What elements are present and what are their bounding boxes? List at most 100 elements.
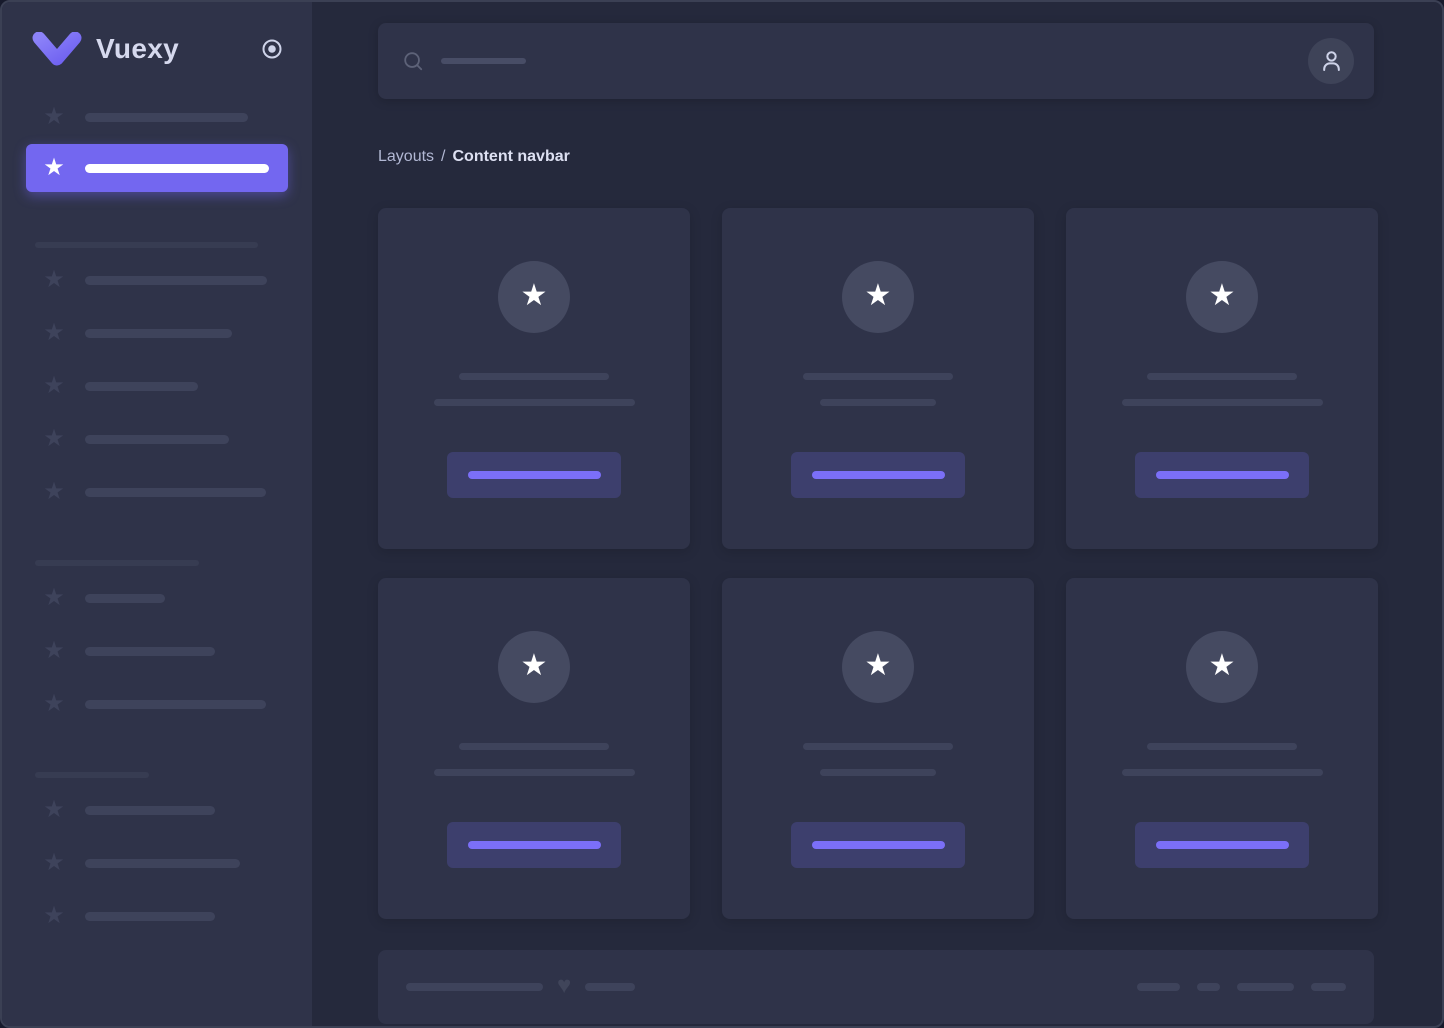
- star-icon: ★: [42, 105, 66, 129]
- card-action-button[interactable]: [791, 452, 965, 498]
- card-title-bar: [1147, 743, 1297, 750]
- sidebar-item-label-bar: [85, 276, 267, 285]
- search-input[interactable]: [402, 23, 1308, 99]
- footer-text-bar: [406, 983, 543, 991]
- vuexy-logo-icon: [32, 32, 82, 66]
- sidebar-item[interactable]: ★: [42, 368, 288, 404]
- button-label-bar: [812, 841, 945, 849]
- button-label-bar: [812, 471, 945, 479]
- main-content: Layouts/Content navbar ★★★★★★ ♥: [312, 2, 1442, 1026]
- star-icon: ★: [42, 639, 66, 663]
- sidebar: Vuexy ★ ★ ★ ★ ★ ★ ★ ★ ★ ★ ★ ★ ★: [2, 2, 312, 1026]
- footer-text-bar: [585, 983, 635, 991]
- sidebar-section-label-bar: [35, 242, 258, 248]
- sidebar-item[interactable]: ★: [42, 845, 288, 881]
- top-navbar: [378, 23, 1374, 99]
- sidebar-item-label-bar: [85, 912, 215, 921]
- sidebar-item-active[interactable]: ★: [26, 144, 288, 192]
- sidebar-item[interactable]: ★: [42, 633, 288, 669]
- card-subtitle-bar: [434, 399, 635, 406]
- card-action-button[interactable]: [791, 822, 965, 868]
- sidebar-item-label-bar: [85, 647, 215, 656]
- card-subtitle-bar: [820, 399, 936, 406]
- app-window: Vuexy ★ ★ ★ ★ ★ ★ ★ ★ ★ ★ ★ ★ ★: [0, 0, 1444, 1028]
- star-icon: ★: [865, 651, 892, 683]
- footer-left: ♥: [406, 974, 635, 1000]
- demo-card: ★: [722, 578, 1034, 919]
- demo-card: ★: [1066, 578, 1378, 919]
- card-avatar: ★: [1186, 631, 1258, 703]
- footer-link-bar: [1311, 983, 1346, 991]
- card-action-button[interactable]: [447, 822, 621, 868]
- demo-card: ★: [378, 208, 690, 549]
- card-title-bar: [459, 373, 609, 380]
- star-icon: ★: [1209, 281, 1236, 313]
- card-action-button[interactable]: [1135, 452, 1309, 498]
- card-action-button[interactable]: [1135, 822, 1309, 868]
- footer-right: [1137, 983, 1346, 991]
- button-label-bar: [1156, 471, 1289, 479]
- sidebar-item[interactable]: ★: [42, 474, 288, 510]
- button-label-bar: [1156, 841, 1289, 849]
- star-icon: ★: [42, 904, 66, 928]
- sidebar-item[interactable]: ★: [42, 315, 288, 351]
- search-icon: [402, 50, 424, 72]
- breadcrumb-separator: /: [441, 148, 445, 165]
- card-title-bar: [803, 373, 953, 380]
- sidebar-item-label-bar: [85, 859, 240, 868]
- star-icon: ★: [42, 374, 66, 398]
- user-menu-button[interactable]: [1308, 38, 1354, 84]
- person-icon: [1318, 48, 1345, 75]
- card-grid: ★ ★ ★ ★ ★ ★: [378, 208, 1374, 919]
- sidebar-item[interactable]: ★: [42, 792, 288, 828]
- sidebar-nav: ★ ★ ★ ★ ★ ★ ★ ★ ★ ★ ★ ★ ★: [2, 99, 312, 934]
- app-title: Vuexy: [96, 33, 179, 65]
- heart-icon: ♥: [557, 974, 571, 1000]
- sidebar-section-label-bar: [35, 772, 149, 778]
- card-title-bar: [459, 743, 609, 750]
- sidebar-item-label-bar: [85, 435, 229, 444]
- button-label-bar: [468, 841, 601, 849]
- sidebar-item[interactable]: ★: [42, 99, 288, 135]
- sidebar-toggle-button[interactable]: [260, 37, 284, 61]
- sidebar-item-label-bar: [85, 164, 269, 173]
- sidebar-section-label-bar: [35, 560, 199, 566]
- star-icon: ★: [42, 798, 66, 822]
- footer-link-bar: [1137, 983, 1180, 991]
- sidebar-item-label-bar: [85, 700, 266, 709]
- star-icon: ★: [42, 268, 66, 292]
- card-avatar: ★: [498, 631, 570, 703]
- star-icon: ★: [1209, 651, 1236, 683]
- sidebar-item[interactable]: ★: [42, 686, 288, 722]
- sidebar-item-label-bar: [85, 382, 198, 391]
- sidebar-item-label-bar: [85, 488, 266, 497]
- sidebar-item-label-bar: [85, 113, 248, 122]
- star-icon: ★: [42, 156, 66, 180]
- demo-card: ★: [1066, 208, 1378, 549]
- card-subtitle-bar: [1122, 399, 1323, 406]
- search-placeholder-bar: [441, 58, 526, 64]
- demo-card: ★: [722, 208, 1034, 549]
- brand-link[interactable]: Vuexy: [2, 2, 312, 66]
- star-icon: ★: [521, 651, 548, 683]
- star-icon: ★: [42, 427, 66, 451]
- breadcrumb: Layouts/Content navbar: [378, 147, 1374, 166]
- sidebar-item[interactable]: ★: [42, 580, 288, 616]
- star-icon: ★: [865, 281, 892, 313]
- breadcrumb-item-layouts[interactable]: Layouts: [378, 148, 434, 165]
- sidebar-item-label-bar: [85, 594, 165, 603]
- card-avatar: ★: [498, 261, 570, 333]
- card-subtitle-bar: [820, 769, 936, 776]
- sidebar-item[interactable]: ★: [42, 421, 288, 457]
- button-label-bar: [468, 471, 601, 479]
- star-icon: ★: [42, 851, 66, 875]
- card-action-button[interactable]: [447, 452, 621, 498]
- record-circle-icon: [260, 37, 284, 61]
- card-subtitle-bar: [434, 769, 635, 776]
- demo-card: ★: [378, 578, 690, 919]
- star-icon: ★: [42, 480, 66, 504]
- sidebar-item[interactable]: ★: [42, 262, 288, 298]
- star-icon: ★: [42, 321, 66, 345]
- sidebar-item[interactable]: ★: [42, 898, 288, 934]
- card-avatar: ★: [842, 631, 914, 703]
